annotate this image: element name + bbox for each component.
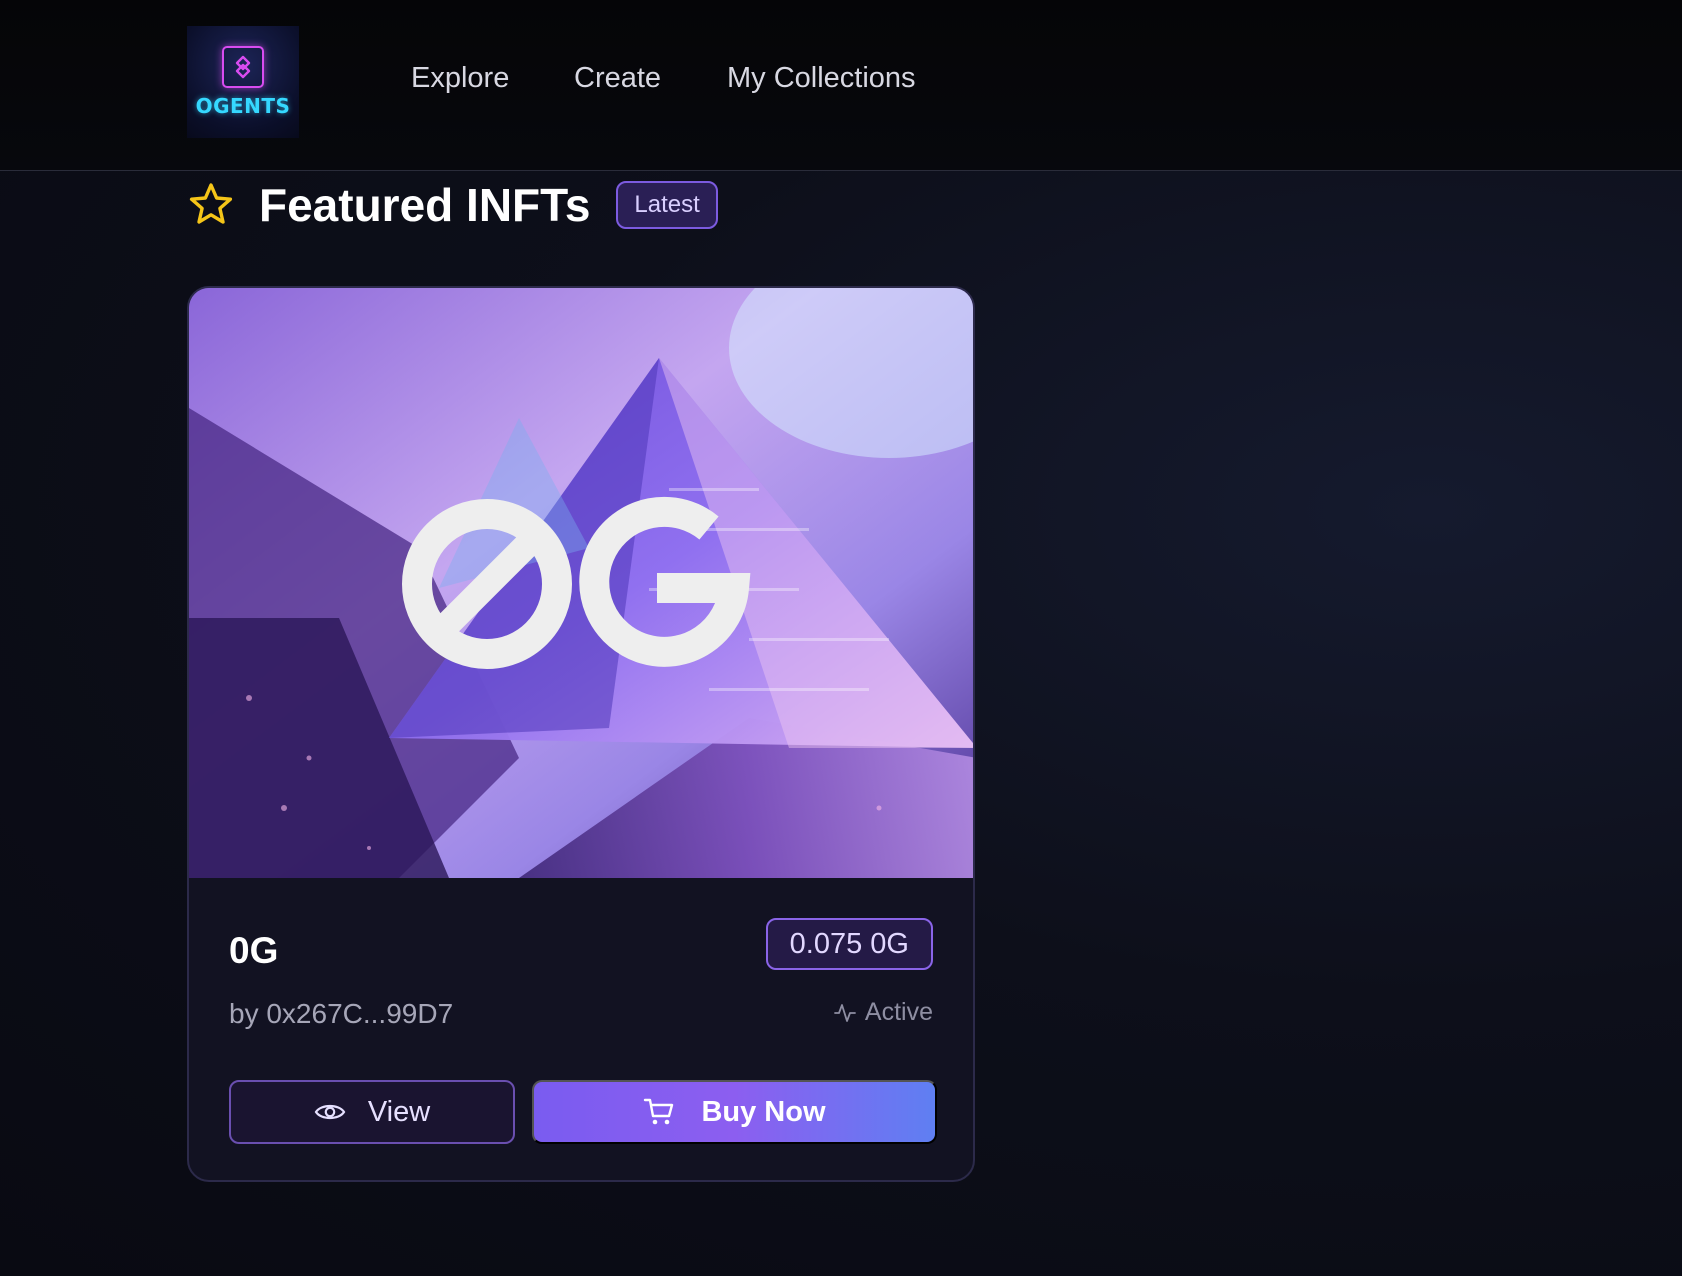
creator-address: by 0x267C...99D7 <box>229 998 454 1029</box>
status-label: Active <box>864 998 933 1026</box>
artwork-graphic <box>189 288 973 878</box>
logo-text: OGENTS <box>195 94 291 118</box>
ogents-logo[interactable]: OGENTS <box>187 26 299 138</box>
section-title: Featured INFTs <box>259 179 591 231</box>
status-indicator: Active <box>833 998 933 1027</box>
nft-card-body: 0G 0.075 0G by 0x267C...99D7 Active View… <box>189 878 973 1180</box>
buy-now-label: Buy Now <box>701 1095 826 1128</box>
nav-create[interactable]: Create <box>574 62 661 95</box>
buy-now-button[interactable]: Buy Now <box>532 1080 937 1144</box>
top-navigation-bar: OGENTS Explore Create My Collections <box>0 0 1682 171</box>
cart-icon <box>644 1098 674 1125</box>
price-badge: 0.075 0G <box>765 918 933 970</box>
logo-mark-icon <box>222 46 264 88</box>
view-button-label: View <box>367 1095 431 1128</box>
nav-explore[interactable]: Explore <box>411 62 509 95</box>
view-button[interactable]: View <box>229 1080 515 1144</box>
nft-card[interactable]: 0G 0.075 0G by 0x267C...99D7 Active View… <box>187 286 975 1182</box>
nft-artwork-image[interactable] <box>189 288 973 878</box>
activity-icon <box>834 1003 856 1022</box>
star-icon <box>189 183 233 224</box>
nav-my-collections[interactable]: My Collections <box>727 62 916 95</box>
nft-name: 0G <box>229 930 279 971</box>
eye-icon <box>314 1104 346 1120</box>
latest-badge: Latest <box>616 181 718 229</box>
featured-section-header: Featured INFTs Latest <box>187 179 718 231</box>
